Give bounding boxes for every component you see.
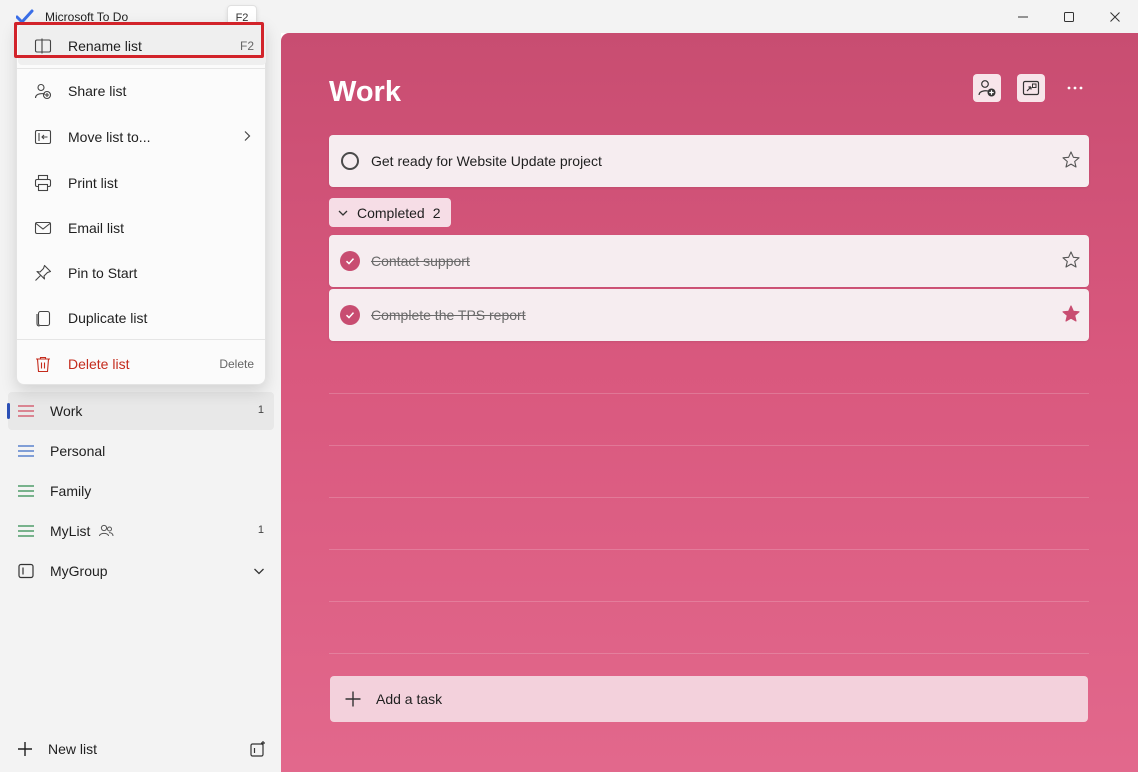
sidebar-item-family[interactable]: Family <box>8 472 274 510</box>
sidebar-item-label: Family <box>50 483 92 499</box>
list-title: Work <box>329 76 401 108</box>
row-divider <box>329 393 1089 394</box>
printer-icon <box>34 174 52 192</box>
menu-item-email-list[interactable]: Email list <box>18 207 266 247</box>
task-row[interactable]: Get ready for Website Update project <box>329 135 1089 187</box>
task-title: Get ready for Website Update project <box>371 153 602 169</box>
menu-item-label: Share list <box>68 83 127 99</box>
star-filled-icon[interactable] <box>1061 304 1081 324</box>
task-count: 1 <box>257 404 264 416</box>
close-window-button[interactable] <box>1092 0 1138 33</box>
shortcut-label: Delete <box>219 357 254 371</box>
chevron-down-icon[interactable] <box>252 564 266 578</box>
plus-icon <box>345 691 361 707</box>
menu-item-move-list[interactable]: Move list to... <box>18 116 266 156</box>
menu-item-label: Print list <box>68 175 118 191</box>
task-row[interactable]: Complete the TPS report <box>329 289 1089 341</box>
sidebar-item-label: MyList <box>50 523 91 539</box>
menu-item-print-list[interactable]: Print list <box>18 162 266 202</box>
active-indicator <box>7 403 10 419</box>
new-list-bar: New list <box>0 728 281 772</box>
trash-icon <box>36 356 50 373</box>
row-divider <box>329 653 1089 654</box>
minimize-icon <box>1018 16 1028 17</box>
plus-icon <box>18 742 32 756</box>
menu-item-pin-to-start[interactable]: Pin to Start <box>18 252 266 292</box>
maximize-icon <box>1064 11 1074 22</box>
row-divider <box>329 497 1089 498</box>
list-icon <box>18 445 34 457</box>
completed-section-toggle[interactable]: Completed 2 <box>329 198 451 227</box>
sidebar-item-work[interactable]: Work 1 <box>7 392 274 430</box>
sidebar-item-mygroup[interactable]: MyGroup <box>8 552 274 590</box>
list-icon <box>18 405 34 417</box>
chevron-down-icon <box>338 210 348 216</box>
list-icon <box>18 485 34 497</box>
star-outline-icon[interactable] <box>1061 150 1081 170</box>
highlight-frame <box>14 22 264 58</box>
menu-item-share-list[interactable]: Share list <box>18 70 266 110</box>
checkmark-icon <box>345 258 355 265</box>
add-task-placeholder: Add a task <box>376 691 443 707</box>
row-divider <box>329 549 1089 550</box>
new-group-icon[interactable] <box>249 740 267 758</box>
more-options-button[interactable] <box>1061 74 1089 102</box>
menu-item-label: Duplicate list <box>68 310 148 326</box>
sidebar-item-label: Personal <box>50 443 106 459</box>
menu-item-label: Pin to Start <box>68 265 138 281</box>
menu-item-label: Email list <box>68 220 125 236</box>
menu-item-delete-list[interactable]: Delete list Delete <box>18 343 266 383</box>
completed-count: 2 <box>432 204 441 221</box>
share-person-icon <box>34 83 52 100</box>
mail-icon <box>34 221 52 235</box>
sidebar-item-label: MyGroup <box>50 563 108 579</box>
complete-checkbox[interactable] <box>341 152 359 170</box>
task-title: Contact support <box>371 253 470 269</box>
share-list-button[interactable] <box>973 74 1001 102</box>
completed-checkbox[interactable] <box>340 251 360 271</box>
task-list-panel: Work Get ready for Website Update projec… <box>281 33 1138 772</box>
row-divider <box>329 445 1089 446</box>
add-task-input[interactable]: Add a task <box>330 676 1088 722</box>
completed-checkbox[interactable] <box>340 305 360 325</box>
more-dots-icon <box>1067 86 1083 90</box>
minimize-button[interactable] <box>1000 0 1046 33</box>
sidebar-item-personal[interactable]: Personal <box>8 432 274 470</box>
suggestions-icon <box>1022 80 1040 96</box>
pin-icon <box>35 264 52 281</box>
checkmark-icon <box>345 312 355 319</box>
completed-label: Completed <box>357 204 425 221</box>
menu-item-label: Delete list <box>68 356 130 372</box>
close-icon <box>1110 11 1120 22</box>
row-divider <box>329 601 1089 602</box>
menu-separator <box>17 68 265 69</box>
duplicate-icon <box>36 310 51 327</box>
task-count: 1 <box>257 524 264 536</box>
move-icon <box>34 129 52 145</box>
menu-separator <box>17 339 265 340</box>
task-row[interactable]: Contact support <box>329 235 1089 287</box>
menu-item-duplicate-list[interactable]: Duplicate list <box>18 297 266 337</box>
add-person-icon <box>978 80 996 97</box>
list-context-menu: Rename list F2 Share list Move list to..… <box>16 22 266 385</box>
sidebar-item-label: Work <box>50 403 83 419</box>
suggestions-button[interactable] <box>1017 74 1045 102</box>
maximize-button[interactable] <box>1046 0 1092 33</box>
new-list-button[interactable]: New list <box>48 741 97 757</box>
shared-people-icon <box>99 524 114 537</box>
list-icon <box>18 525 34 537</box>
group-icon <box>18 563 34 579</box>
star-outline-icon[interactable] <box>1061 250 1081 270</box>
task-title: Complete the TPS report <box>371 307 526 323</box>
sidebar-item-mylist[interactable]: MyList 1 <box>8 512 274 550</box>
chevron-right-icon <box>244 131 251 141</box>
menu-item-label: Move list to... <box>68 129 151 145</box>
